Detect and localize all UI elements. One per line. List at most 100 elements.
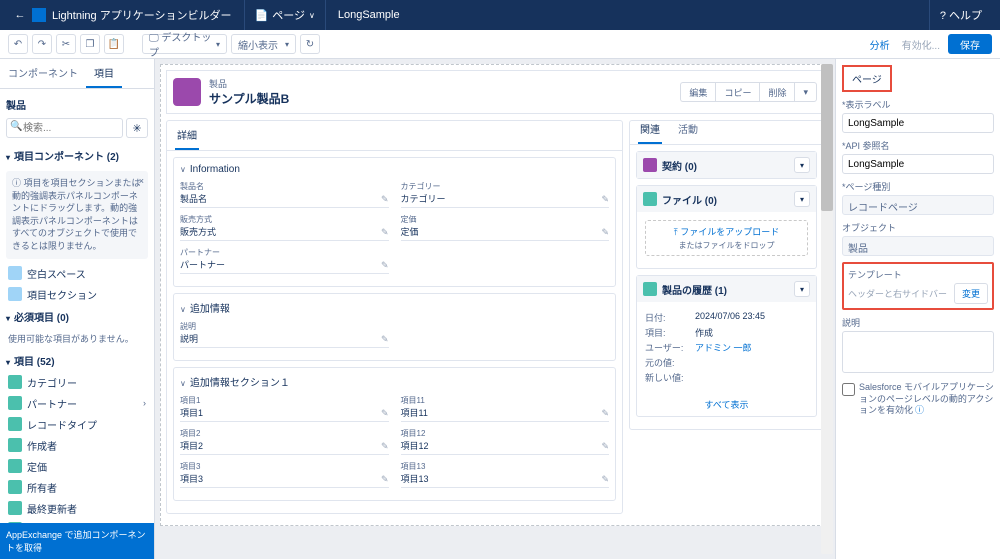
field-section[interactable]: 追加情報セクション１項目1項目1✎項目11項目11✎項目2項目2✎項目12項目1… (173, 367, 616, 501)
change-template-button[interactable]: 変更 (954, 283, 988, 304)
field[interactable]: 販売方式販売方式✎ (180, 214, 389, 241)
help-link[interactable]: ? ヘルプ (929, 0, 992, 30)
field[interactable]: カテゴリーカテゴリー✎ (401, 181, 610, 208)
edit-icon[interactable]: ✎ (601, 408, 609, 419)
field[interactable]: 項目12項目12✎ (401, 428, 610, 455)
page-name: LongSample (338, 9, 400, 21)
related-icon (643, 158, 657, 172)
page-menu[interactable]: 📄ページ∨ (244, 0, 326, 30)
copy-button[interactable]: ❐ (80, 34, 100, 54)
property-input[interactable] (842, 154, 994, 174)
file-upload[interactable]: ⤒ ファイルをアップロードまたはファイルをドロップ (645, 220, 808, 256)
clone-button[interactable]: コピー (715, 82, 759, 102)
activate-button[interactable]: 有効化... (898, 34, 944, 54)
field-section[interactable]: Information製品名製品名✎カテゴリーカテゴリー✎販売方式販売方式✎定価… (173, 157, 616, 287)
info-icon[interactable]: ⓘ (915, 405, 924, 415)
component-item[interactable]: 空白スペース (6, 263, 148, 284)
component-icon (8, 287, 22, 301)
edit-icon[interactable]: ✎ (381, 408, 389, 419)
form-factor-select[interactable]: 🖵 デスクトップ▾ (142, 34, 227, 54)
description-textarea[interactable] (842, 331, 994, 373)
template-label: テンプレート (848, 268, 988, 281)
field-item[interactable]: 所有者 (6, 477, 148, 498)
appexchange-link[interactable]: AppExchange で追加コンポーネントを取得 (0, 523, 154, 559)
field[interactable]: パートナーパートナー✎ (180, 247, 389, 274)
scrollbar[interactable] (821, 64, 833, 554)
related-menu[interactable]: ▾ (794, 191, 810, 207)
record-header[interactable]: 製品 サンプル製品B 編集 コピー 削除 ▾ (166, 70, 824, 114)
field[interactable]: 製品名製品名✎ (180, 181, 389, 208)
field-item[interactable]: 最終更新者 (6, 498, 148, 519)
paste-button[interactable]: 📋 (104, 34, 124, 54)
related-menu[interactable]: ▾ (794, 157, 810, 173)
edit-icon[interactable]: ✎ (381, 227, 389, 238)
toolbar: ↶ ↷ ✂ ❐ 📋 🖵 デスクトップ▾ 縮小表示▾ ↻ 分析 有効化... 保存 (0, 30, 1000, 59)
edit-icon[interactable]: ✎ (601, 441, 609, 452)
field-item[interactable]: レコードタイプ (6, 414, 148, 435)
page-tab[interactable]: ページ (842, 65, 892, 92)
tab-activity[interactable]: 活動 (676, 115, 700, 144)
edit-button[interactable]: 編集 (680, 82, 715, 102)
edit-icon[interactable]: ✎ (601, 474, 609, 485)
redo-button[interactable]: ↷ (32, 34, 52, 54)
canvas[interactable]: 製品 サンプル製品B 編集 コピー 削除 ▾ 詳細 Information (155, 59, 835, 559)
field[interactable]: 説明説明✎ (180, 321, 389, 348)
field-section[interactable]: 追加情報説明説明✎ (173, 293, 616, 361)
field[interactable]: 項目11項目11✎ (401, 395, 610, 422)
info-icon: ⓘ (12, 178, 24, 188)
tab-fields[interactable]: 項目 (86, 59, 122, 88)
section-required[interactable]: 必須項目 (0) (6, 305, 148, 328)
analyze-button[interactable]: 分析 (866, 34, 894, 54)
search-input[interactable] (6, 118, 123, 138)
refresh-button[interactable]: ↻ (300, 34, 320, 54)
related-list[interactable]: 契約 (0)▾ (636, 151, 817, 179)
more-actions[interactable]: ▾ (794, 82, 817, 102)
field-icon (8, 459, 22, 473)
template-value: ヘッダーと右サイドバー (848, 287, 950, 300)
section-field-components[interactable]: 項目コンポーネント (2) (6, 144, 148, 167)
field[interactable]: 項目13項目13✎ (401, 461, 610, 488)
property-input[interactable] (842, 113, 994, 133)
app-icon (32, 8, 46, 22)
field-item[interactable]: パートナー› (6, 393, 148, 414)
edit-icon[interactable]: ✎ (601, 227, 609, 238)
view-all-link[interactable]: すべて表示 (704, 400, 748, 410)
record-name: サンプル製品B (209, 92, 289, 106)
section-fields[interactable]: 項目 (52) (6, 349, 148, 372)
object-label: 製品 (6, 97, 148, 112)
component-item[interactable]: 項目セクション (6, 284, 148, 305)
edit-icon[interactable]: ✎ (601, 194, 609, 205)
related-menu[interactable]: ▾ (794, 281, 810, 297)
edit-icon[interactable]: ✎ (381, 260, 389, 271)
tab-related[interactable]: 関連 (638, 115, 662, 144)
detail-panel[interactable]: 詳細 Information製品名製品名✎カテゴリーカテゴリー✎販売方式販売方式… (166, 120, 623, 514)
related-list[interactable]: 製品の履歴 (1)▾ 日付:2024/07/06 23:45項目:作成ユーザー:… (636, 275, 817, 417)
delete-button[interactable]: 削除 (759, 82, 794, 102)
field-item[interactable]: 作成者 (6, 435, 148, 456)
gear-icon[interactable]: ✳ (126, 118, 148, 138)
field[interactable]: 項目2項目2✎ (180, 428, 389, 455)
related-list[interactable]: ファイル (0)▾ ⤒ ファイルをアップロードまたはファイルをドロップ (636, 185, 817, 269)
close-icon[interactable]: × (139, 175, 144, 188)
field[interactable]: 項目3項目3✎ (180, 461, 389, 488)
edit-icon[interactable]: ✎ (381, 194, 389, 205)
zoom-select[interactable]: 縮小表示▾ (231, 34, 296, 54)
undo-button[interactable]: ↶ (8, 34, 28, 54)
cut-button[interactable]: ✂ (56, 34, 76, 54)
edit-icon[interactable]: ✎ (381, 474, 389, 485)
mobile-actions-checkbox[interactable]: Salesforce モバイルアプリケーションのページレベルの動的アクションを有… (842, 382, 994, 417)
tab-components[interactable]: コンポーネント (0, 59, 86, 88)
edit-icon[interactable]: ✎ (381, 334, 389, 345)
back-button[interactable]: ← (8, 9, 32, 21)
edit-icon[interactable]: ✎ (381, 441, 389, 452)
component-panel: コンポーネント 項目 製品 🔍 ✳ 項目コンポーネント (2) ⓘ 項目を項目セ… (0, 59, 155, 559)
tab-detail[interactable]: 詳細 (175, 121, 199, 150)
record-icon (173, 78, 201, 106)
description-label: 説明 (842, 316, 994, 329)
field[interactable]: 項目1項目1✎ (180, 395, 389, 422)
save-button[interactable]: 保存 (948, 34, 992, 54)
related-panel[interactable]: 関連 活動 契約 (0)▾ ファイル (0)▾ ⤒ ファイルをアップロードまたは… (629, 120, 824, 430)
field-item[interactable]: 定価 (6, 456, 148, 477)
field[interactable]: 定価定価✎ (401, 214, 610, 241)
field-item[interactable]: カテゴリー (6, 372, 148, 393)
